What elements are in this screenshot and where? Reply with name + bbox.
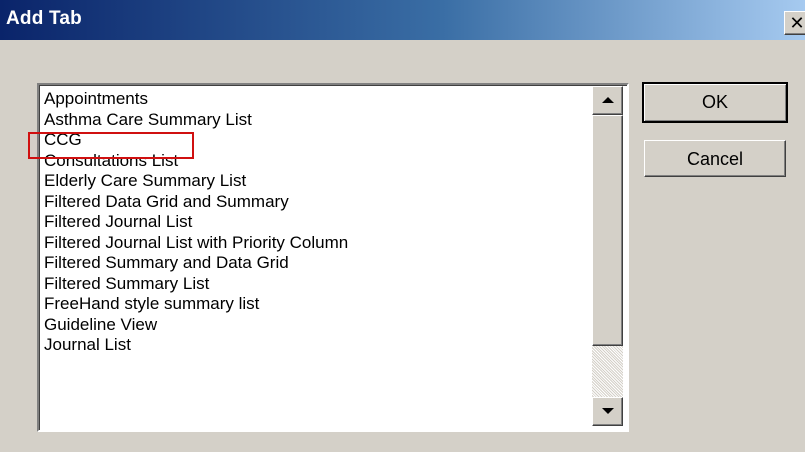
scroll-down-button[interactable] xyxy=(592,397,623,426)
cancel-button[interactable]: Cancel xyxy=(644,140,786,177)
list-item[interactable]: Journal List xyxy=(42,335,590,356)
tab-list-items: Appointments Asthma Care Summary List CC… xyxy=(42,89,590,356)
dialog-title: Add Tab xyxy=(6,8,82,29)
title-bar: Add Tab ✕ xyxy=(0,0,805,40)
list-scrollbar[interactable] xyxy=(592,86,623,426)
list-item[interactable]: Filtered Journal List xyxy=(42,212,590,233)
list-item[interactable]: Filtered Data Grid and Summary xyxy=(42,192,590,213)
list-item[interactable]: Filtered Journal List with Priority Colu… xyxy=(42,233,590,254)
list-item[interactable]: Filtered Summary and Data Grid xyxy=(42,253,590,274)
highlight-box-ccg xyxy=(28,132,194,159)
scroll-up-button[interactable] xyxy=(592,86,623,115)
list-item[interactable]: Elderly Care Summary List xyxy=(42,171,590,192)
list-item[interactable]: Asthma Care Summary List xyxy=(42,110,590,131)
ok-button[interactable]: OK xyxy=(642,82,788,123)
scroll-up-arrow-icon xyxy=(602,97,614,103)
list-item[interactable]: Filtered Summary List xyxy=(42,274,590,295)
list-item[interactable]: Appointments xyxy=(42,89,590,110)
list-item[interactable]: Guideline View xyxy=(42,315,590,336)
scrollbar-thumb[interactable] xyxy=(592,115,623,346)
close-button[interactable]: ✕ xyxy=(784,11,805,35)
scroll-down-arrow-icon xyxy=(602,408,614,414)
close-icon: ✕ xyxy=(789,13,805,33)
list-item[interactable]: FreeHand style summary list xyxy=(42,294,590,315)
